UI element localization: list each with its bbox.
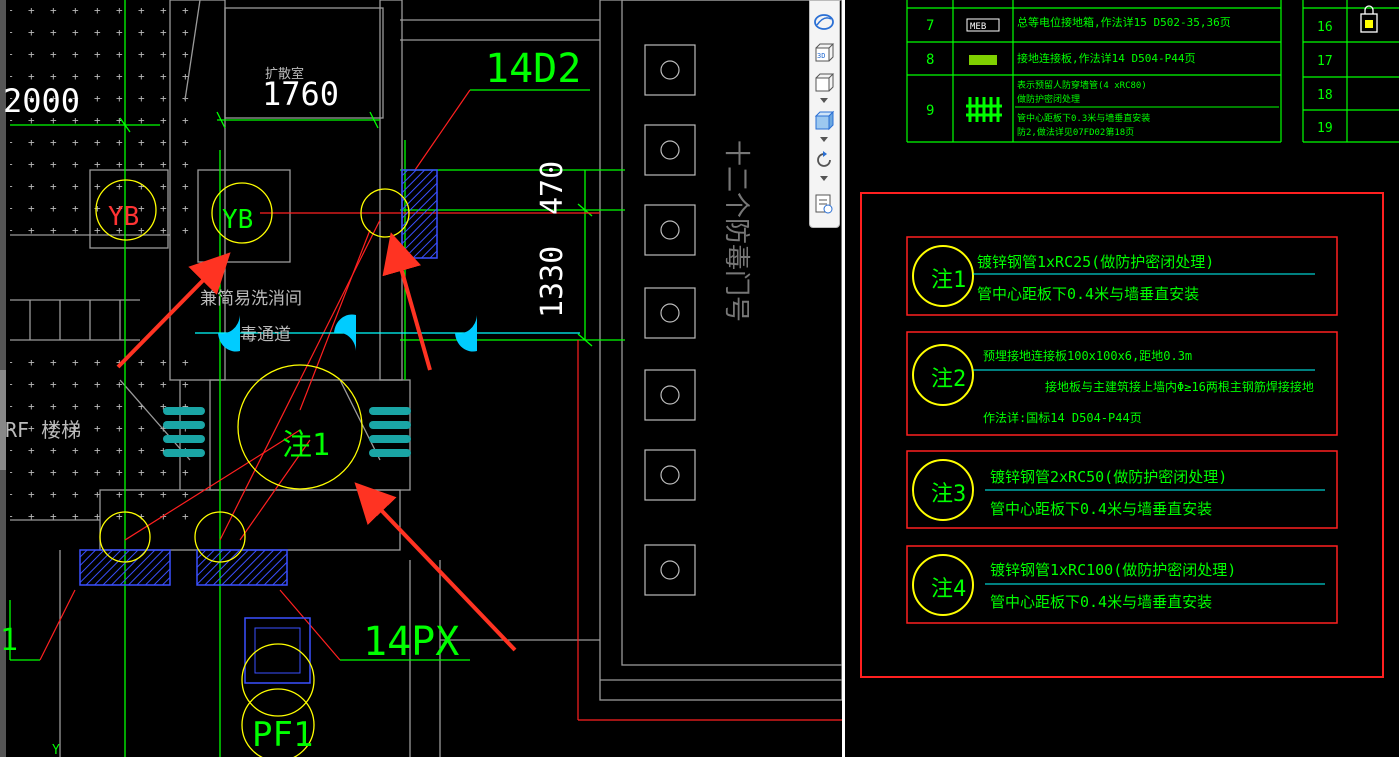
meb-symbol: MEB [970,22,986,32]
legend-row-num: 9 [926,103,934,119]
note-tag: 注1 [931,268,966,293]
note-line: 管中心距板下0.4米与墙垂直安装 [990,500,1212,518]
shaded-cube-icon[interactable] [813,110,835,132]
left-edge-label: 1 [0,623,18,658]
chevron-down-icon[interactable] [820,137,828,142]
note-tag: 注3 [931,482,966,507]
label-14d2: 14D2 [485,46,581,92]
properties-icon[interactable] [813,193,835,215]
legend-desc: 表示预留人防穿墙管(4 xRC80) [1017,79,1147,91]
cad-drawing-canvas[interactable]: + [0,0,842,757]
legend-row-num: 8 [926,52,934,68]
note-line: 预埋接地连接板100x100x6,距地0.3m [983,348,1192,363]
room-label-wash: 兼简易洗消间 [200,289,302,309]
note-line: 镀锌钢管2xRC50(做防护密闭处理) [990,468,1227,486]
stairs-label: RF 楼梯 [5,418,81,442]
legend-desc: 做防护密闭处理 [1017,93,1080,105]
right-row-num: 16 [1317,20,1333,35]
note-line: 接地板与主建筑接上墙内Φ≥16两根主钢筋焊接接地 [1045,379,1314,394]
note1-marker: 注1 [282,428,330,463]
dim-2000: 2000 [3,82,80,120]
dim-1330: 1330 [535,246,570,318]
vertical-room-label: 十二个防毒门号 [721,140,751,322]
note-line: 管中心距板下0.4米与墙垂直安装 [990,593,1212,611]
view-toolbar: 3D [809,0,840,228]
label-pf1: PF1 [252,715,313,755]
orbit-icon[interactable] [813,11,835,33]
label-14px: 14PX [363,619,459,665]
right-row-num: 17 [1317,54,1333,69]
dim-470: 470 [535,161,570,215]
rotate-icon[interactable] [813,149,835,171]
legend-desc: 总等电位接地箱,作法详15 D502-35,36页 [1017,15,1231,29]
note-tag: 注2 [931,367,966,392]
cube-view-icon[interactable] [813,72,835,94]
lock-icon [1360,5,1378,33]
legend-viewport[interactable]: 7 8 9 MEB 总等电位接地箱,作法详15 D502-35,36页 接地连接… [845,0,1399,757]
right-row-num: 19 [1317,121,1333,136]
note-line: 管中心距板下0.4米与墙垂直安装 [977,285,1199,303]
legend-row-num: 7 [926,18,934,34]
legend-desc: 管中心距板下0.3米与墙垂直安装 [1017,112,1150,124]
note-line: 镀锌钢管1xRC100(做防护密闭处理) [990,561,1236,579]
legend-desc: 接地连接板,作法详14 D504-P44页 [1017,51,1195,65]
yb-label-a: YB [108,202,139,232]
note-box [906,236,1338,316]
right-row-num: 18 [1317,88,1333,103]
note-line: 镀锌钢管1xRC25(做防护密闭处理) [977,253,1214,271]
note-line: 作法详:国标14 D504-P44页 [983,410,1142,425]
note-box [906,545,1338,624]
column-markers [644,44,696,596]
axis-y-label: Y [52,743,60,757]
yb-label-b: YB [222,205,253,235]
note-tag: 注4 [931,577,966,602]
chevron-down-icon[interactable] [820,176,828,181]
3d-view-icon[interactable]: 3D [813,42,835,64]
room-label-decon: 毒通道 [240,325,291,345]
ground-plate-symbol [969,55,997,65]
room-label-small: 扩散室 [265,66,304,82]
svg-text:3D: 3D [817,52,825,60]
legend-desc: 防2,做法详见07FD02第18页 [1017,126,1134,138]
penetration-symbol [966,97,1002,122]
chevron-down-icon[interactable] [820,98,828,103]
